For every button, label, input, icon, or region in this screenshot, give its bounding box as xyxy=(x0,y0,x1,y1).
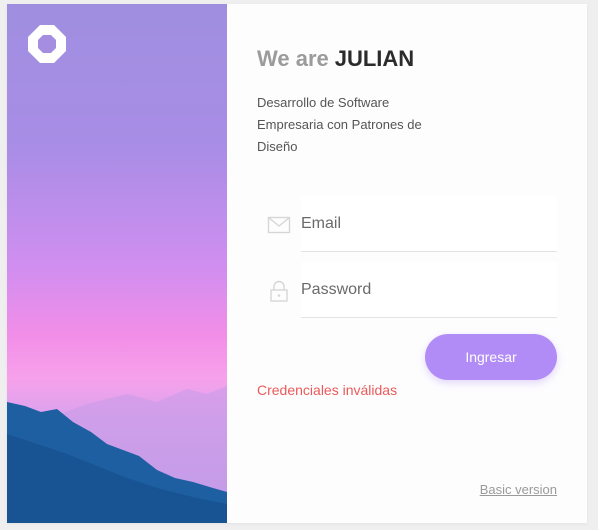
password-input[interactable] xyxy=(301,262,557,318)
page-title: We are JULIAN xyxy=(257,46,414,72)
email-input[interactable] xyxy=(301,196,557,252)
login-panel: We are JULIAN Desarrollo de Software Empr… xyxy=(227,4,587,523)
login-button[interactable]: Ingresar xyxy=(425,334,557,380)
password-field-row xyxy=(267,262,557,318)
email-field-row xyxy=(267,196,557,252)
subtitle: Desarrollo de Software Empresaria con Pa… xyxy=(257,95,422,154)
envelope-icon xyxy=(267,216,291,234)
hero-image xyxy=(7,4,227,523)
heading-prefix: We are xyxy=(257,46,329,71)
error-message: Credenciales inválidas xyxy=(257,382,398,398)
logo-icon xyxy=(28,25,66,63)
heading-name: JULIAN xyxy=(334,46,415,71)
login-card: We are JULIAN Desarrollo de Software Empr… xyxy=(7,4,587,523)
mountain-landscape xyxy=(7,386,227,523)
lock-icon xyxy=(270,280,288,302)
basic-version-link[interactable]: Basic version xyxy=(480,482,557,497)
